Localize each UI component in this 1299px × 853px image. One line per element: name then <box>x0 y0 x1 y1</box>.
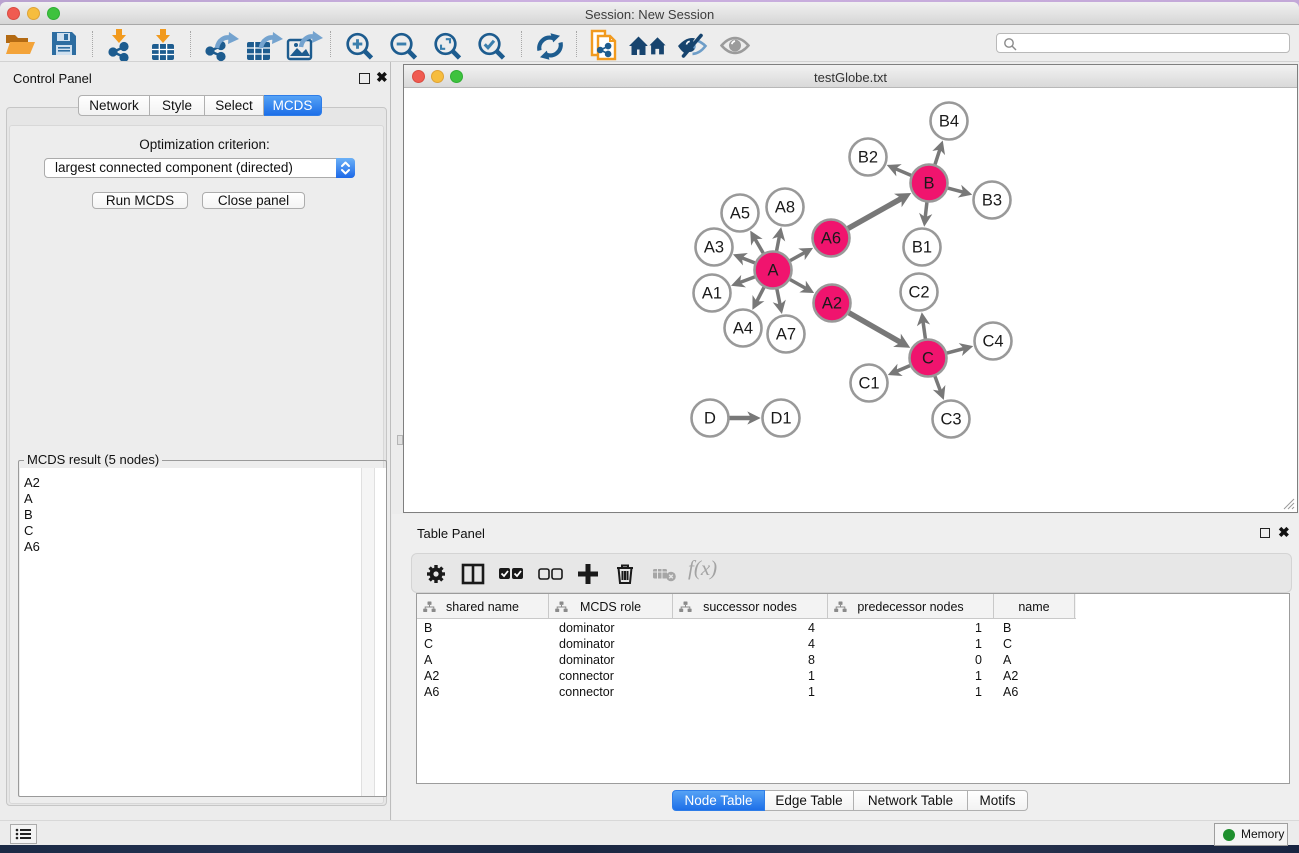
svg-text:A4: A4 <box>733 320 753 338</box>
svg-text:A2: A2 <box>822 295 842 313</box>
svg-text:B: B <box>923 175 934 193</box>
svg-text:A1: A1 <box>702 285 722 303</box>
svg-text:B2: B2 <box>858 149 878 167</box>
svg-text:B1: B1 <box>912 239 932 257</box>
svg-text:B4: B4 <box>939 113 959 131</box>
svg-text:C: C <box>922 350 934 368</box>
svg-text:A5: A5 <box>730 205 750 223</box>
svg-text:A6: A6 <box>821 230 841 248</box>
svg-text:A: A <box>767 262 778 280</box>
svg-text:C4: C4 <box>982 333 1003 351</box>
svg-text:D1: D1 <box>770 410 791 428</box>
svg-text:C3: C3 <box>940 411 961 429</box>
svg-text:A8: A8 <box>775 199 795 217</box>
svg-text:C2: C2 <box>908 284 929 302</box>
svg-text:D: D <box>704 410 716 428</box>
svg-text:A3: A3 <box>704 239 724 257</box>
svg-text:A7: A7 <box>776 326 796 344</box>
svg-text:B3: B3 <box>982 192 1002 210</box>
svg-text:C1: C1 <box>858 375 879 393</box>
